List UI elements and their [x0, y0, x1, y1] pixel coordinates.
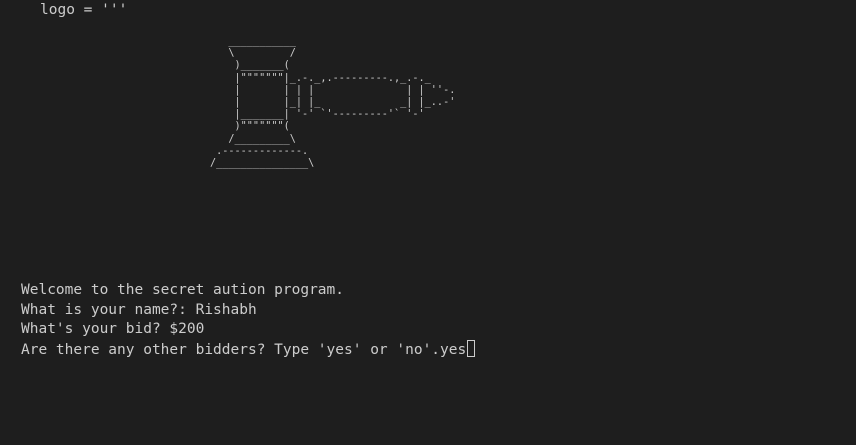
gavel-ascii-art: ___________ \ / )_______( |"""""""|_.-._…: [210, 36, 456, 170]
bidders-prompt-text: Are there any other bidders? Type 'yes' …: [21, 341, 467, 358]
text-cursor[interactable]: [467, 339, 476, 357]
welcome-message: Welcome to the secret aution program.: [21, 282, 345, 298]
bid-prompt-line: What's your bid? $200: [21, 321, 205, 337]
terminal-window[interactable]: logo = ''' ___________ \ / )_______( |""…: [0, 0, 856, 445]
name-prompt-line: What is your name?: Rishabh: [21, 301, 257, 318]
code-line-logo: logo = ''': [40, 2, 128, 18]
bidders-prompt-line[interactable]: Are there any other bidders? Type 'yes' …: [21, 339, 476, 360]
program-output: Welcome to the secret aution program. Wh…: [21, 281, 476, 360]
